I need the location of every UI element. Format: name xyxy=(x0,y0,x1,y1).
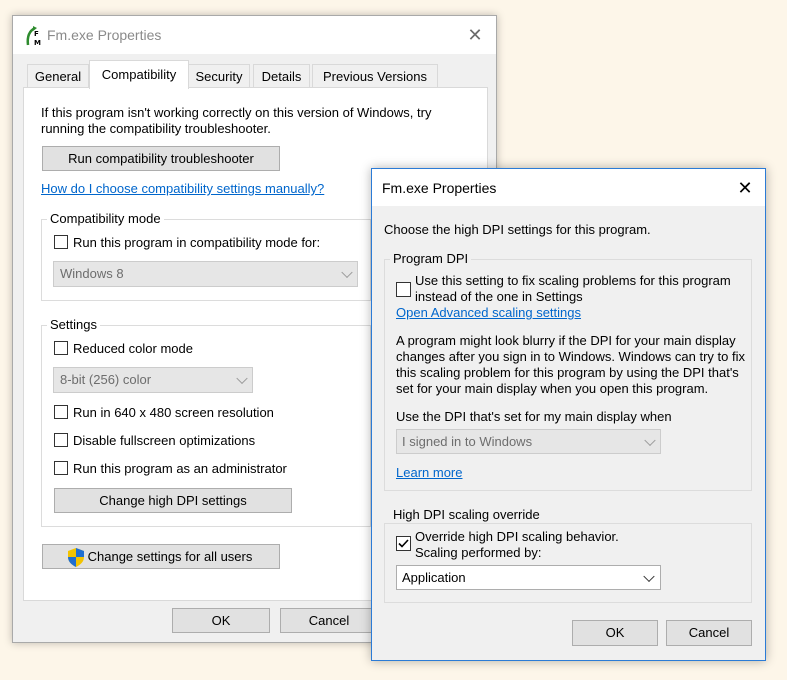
use-setting-label: Use this setting to fix scaling problems… xyxy=(415,273,731,305)
chevron-down-icon xyxy=(644,434,656,446)
dpi-description: A program might look blurry if the DPI f… xyxy=(396,333,745,397)
use-setting-line-1: Use this setting to fix scaling problems… xyxy=(415,273,731,288)
chevron-down-icon xyxy=(341,266,353,279)
all-users-label: Change settings for all users xyxy=(87,549,253,564)
ok-button[interactable]: OK xyxy=(172,608,270,633)
learn-more-link[interactable]: Learn more xyxy=(396,465,462,480)
manual-settings-link[interactable]: How do I choose compatibility settings m… xyxy=(41,181,324,196)
app-icon: F M xyxy=(25,25,45,47)
dpi-cancel-button[interactable]: Cancel xyxy=(666,620,752,646)
dialog-title: Fm.exe Properties xyxy=(382,180,497,196)
run-troubleshooter-button[interactable]: Run compatibility troubleshooter xyxy=(42,146,280,171)
color-depth-value: 8-bit (256) color xyxy=(60,372,152,387)
scaling-performed-by-select[interactable]: Application xyxy=(396,565,661,590)
dpi-ok-button[interactable]: OK xyxy=(572,620,658,646)
dpi-desc-line-2: changes after you sign in to Windows. Wi… xyxy=(396,349,745,364)
chevron-down-icon xyxy=(643,570,655,582)
reduced-color-checkbox[interactable] xyxy=(54,341,68,355)
cancel-button[interactable]: Cancel xyxy=(280,608,378,633)
close-icon[interactable]: ✕ xyxy=(461,22,489,48)
chevron-down-icon xyxy=(236,372,248,385)
compat-mode-checkbox-label: Run this program in compatibility mode f… xyxy=(73,235,321,250)
signed-in-select[interactable]: I signed in to Windows xyxy=(396,429,661,454)
close-icon[interactable]: ✕ xyxy=(731,175,759,201)
dpi-desc-line-1: A program might look blurry if the DPI f… xyxy=(396,333,736,348)
override-checkbox[interactable] xyxy=(396,536,411,551)
dpi-intro-text: Choose the high DPI settings for this pr… xyxy=(384,222,651,237)
dpi-desc-line-4: set for your main display when you open … xyxy=(396,381,709,396)
advanced-scaling-link[interactable]: Open Advanced scaling settings xyxy=(396,305,581,320)
tab-previous-versions[interactable]: Previous Versions xyxy=(312,64,438,87)
intro-text: If this program isn't working correctly … xyxy=(41,105,481,137)
disable-fullscreen-checkbox[interactable] xyxy=(54,433,68,447)
use-setting-checkbox[interactable] xyxy=(396,282,411,297)
signed-in-value: I signed in to Windows xyxy=(402,434,533,449)
use-setting-line-2: instead of the one in Settings xyxy=(415,289,583,304)
override-label: Override high DPI scaling behavior. Scal… xyxy=(415,529,619,561)
override-line-2: Scaling performed by: xyxy=(415,545,542,560)
svg-text:M: M xyxy=(34,39,41,47)
run-as-admin-label: Run this program as an administrator xyxy=(73,461,287,476)
tab-security[interactable]: Security xyxy=(188,64,250,87)
tab-general[interactable]: General xyxy=(27,64,89,87)
dpi-desc-line-3: this scaling problem for this program by… xyxy=(396,365,739,380)
compat-mode-checkbox[interactable] xyxy=(54,235,68,249)
shield-icon xyxy=(67,548,85,574)
svg-text:F: F xyxy=(34,30,39,38)
compatibility-mode-label: Compatibility mode xyxy=(47,211,164,226)
run-as-admin-checkbox[interactable] xyxy=(54,461,68,475)
settings-label: Settings xyxy=(47,317,100,332)
program-dpi-label: Program DPI xyxy=(390,251,472,266)
use-dpi-label: Use the DPI that's set for my main displ… xyxy=(396,409,672,424)
window-title: Fm.exe Properties xyxy=(47,27,162,43)
resolution-640-label: Run in 640 x 480 screen resolution xyxy=(73,405,274,420)
reduced-color-label: Reduced color mode xyxy=(73,341,193,356)
dpi-override-label: High DPI scaling override xyxy=(390,507,543,522)
disable-fullscreen-label: Disable fullscreen optimizations xyxy=(73,433,256,448)
os-version-select[interactable]: Windows 8 xyxy=(53,261,358,287)
change-dpi-settings-button[interactable]: Change high DPI settings xyxy=(54,488,292,513)
scaling-value: Application xyxy=(402,570,466,585)
change-settings-all-users-button[interactable]: Change settings for all users xyxy=(42,544,280,569)
resolution-640-checkbox[interactable] xyxy=(54,405,68,419)
color-depth-select[interactable]: 8-bit (256) color xyxy=(53,367,253,393)
tab-compatibility[interactable]: Compatibility xyxy=(89,60,189,89)
os-version-value: Windows 8 xyxy=(60,266,124,281)
intro-line-1: If this program isn't working correctly … xyxy=(41,105,432,120)
high-dpi-settings-dialog: Fm.exe Properties ✕ Choose the high DPI … xyxy=(371,168,766,661)
override-line-1: Override high DPI scaling behavior. xyxy=(415,529,619,544)
intro-line-2: running the compatibility troubleshooter… xyxy=(41,121,271,136)
checkmark-icon xyxy=(398,539,409,548)
tab-details[interactable]: Details xyxy=(253,64,310,87)
compatibility-mode-group xyxy=(41,219,371,301)
